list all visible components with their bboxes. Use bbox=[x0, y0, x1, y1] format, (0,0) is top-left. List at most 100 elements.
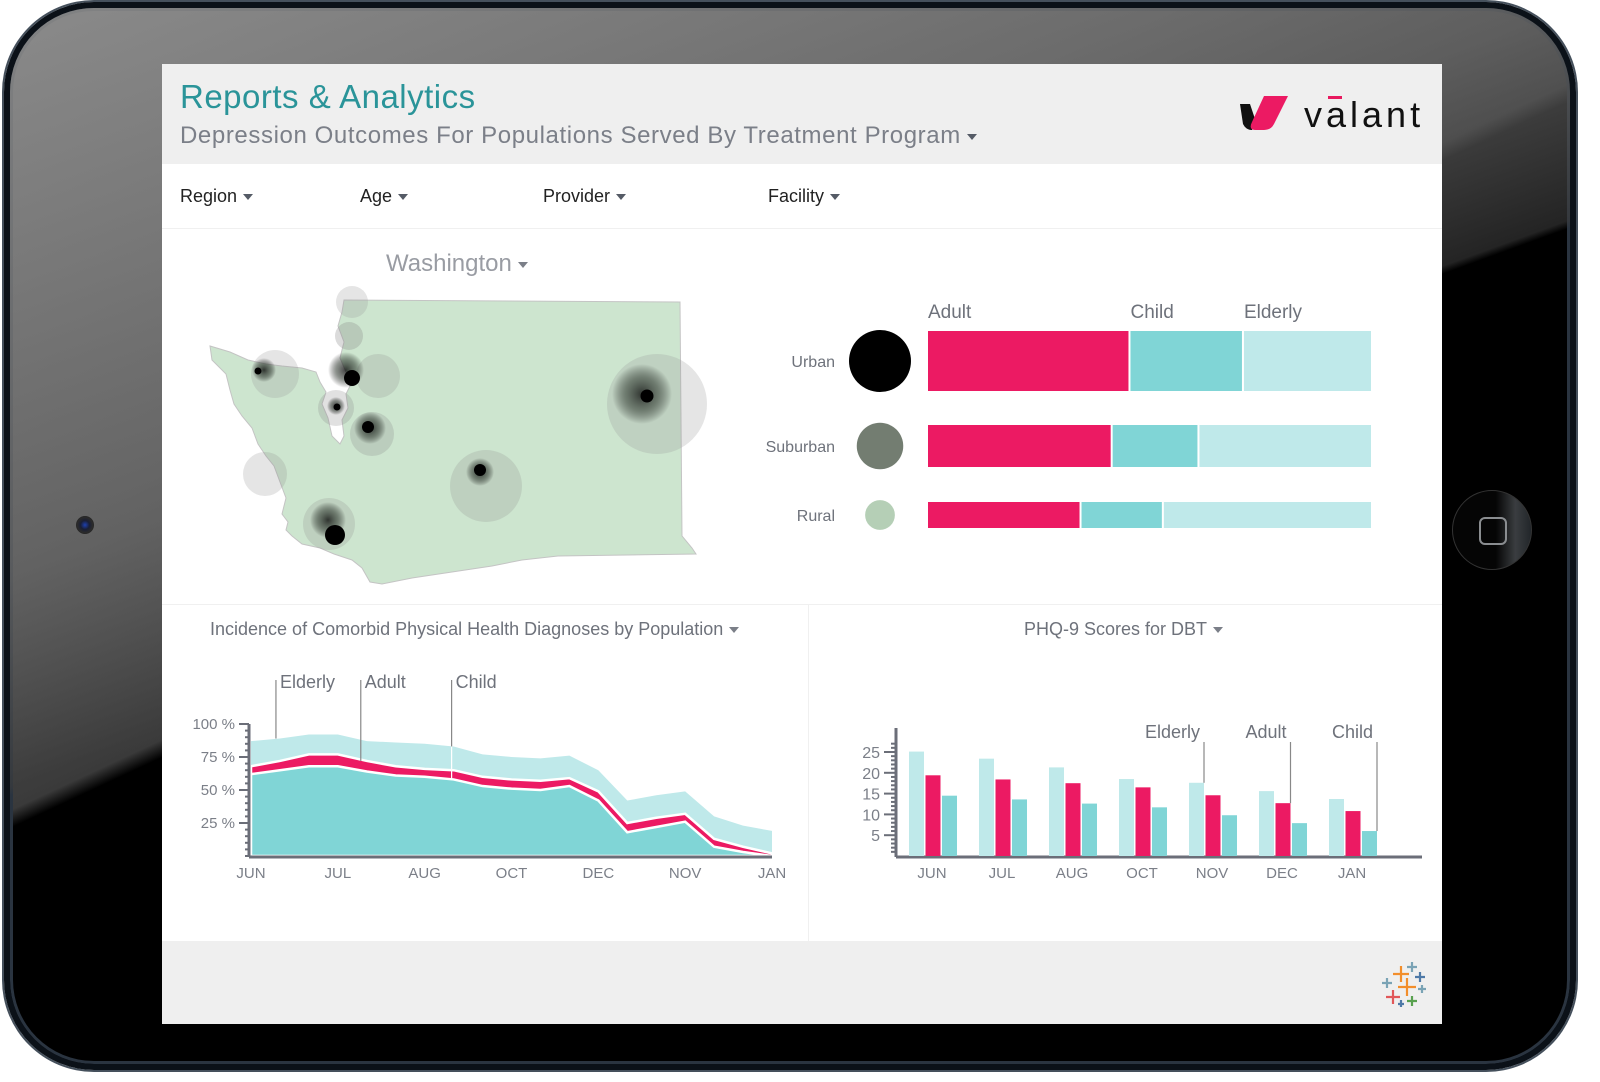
x-tick-label: OCT bbox=[496, 865, 528, 882]
area-chart-selector[interactable]: Incidence of Comorbid Physical Health Di… bbox=[210, 619, 740, 640]
bar-child[interactable] bbox=[1222, 815, 1237, 856]
filter-label: Region bbox=[180, 186, 238, 206]
facility-halo[interactable] bbox=[335, 322, 363, 350]
population-bubble[interactable] bbox=[849, 330, 911, 392]
facility-dot[interactable] bbox=[640, 389, 654, 403]
filter-label: Provider bbox=[543, 186, 611, 206]
bar-segment-elderly[interactable] bbox=[1199, 425, 1371, 467]
x-tick-label: AUG bbox=[1056, 865, 1089, 882]
filter-provider[interactable]: Provider bbox=[543, 186, 627, 207]
x-tick-label: JUL bbox=[989, 865, 1016, 882]
bar-adult[interactable] bbox=[995, 779, 1011, 856]
bar-segment-child[interactable] bbox=[1112, 425, 1198, 467]
bar-chart-selector[interactable]: PHQ-9 Scores for DBT bbox=[1024, 619, 1224, 640]
bar-child[interactable] bbox=[942, 795, 957, 856]
row-label: Rural bbox=[797, 508, 835, 525]
annotation-label: Adult bbox=[1245, 722, 1286, 742]
bar-adult[interactable] bbox=[1345, 811, 1361, 856]
population-stacked-bar-chart: Urban Adult Child Elderly Suburban Rural bbox=[766, 302, 1371, 530]
bar-elderly[interactable] bbox=[979, 758, 994, 856]
divider bbox=[808, 605, 809, 941]
y-tick-label: 25 bbox=[862, 745, 880, 762]
x-tick-label: JUL bbox=[324, 865, 351, 882]
bar-child[interactable] bbox=[1082, 803, 1097, 856]
bar-child[interactable] bbox=[1292, 823, 1307, 856]
valant-check-icon bbox=[1240, 96, 1288, 130]
bar-elderly[interactable] bbox=[1189, 782, 1204, 856]
population-bubble[interactable] bbox=[865, 500, 895, 530]
bar-child[interactable] bbox=[1362, 831, 1377, 856]
bar-adult[interactable] bbox=[1275, 803, 1291, 856]
y-tick-label: 20 bbox=[862, 766, 880, 783]
facility-dot[interactable] bbox=[325, 525, 345, 545]
bar-segment-elderly[interactable] bbox=[1163, 502, 1371, 528]
annotation-label: Elderly bbox=[280, 672, 335, 692]
report-selector[interactable]: Depression Outcomes For Populations Serv… bbox=[180, 122, 977, 150]
header: Reports & Analytics Depression Outcomes … bbox=[162, 64, 1442, 164]
x-tick-label: JUN bbox=[236, 865, 265, 882]
area-chart-title: Incidence of Comorbid Physical Health Di… bbox=[210, 619, 724, 639]
filter-age[interactable]: Age bbox=[360, 186, 409, 207]
bar-elderly[interactable] bbox=[1329, 799, 1344, 856]
bar-chart-title: PHQ-9 Scores for DBT bbox=[1024, 619, 1208, 639]
y-tick-label: 50 % bbox=[201, 782, 235, 799]
caret-down-icon bbox=[966, 133, 977, 140]
caret-down-icon bbox=[243, 194, 254, 201]
state-selector[interactable]: Washington bbox=[386, 250, 528, 278]
washington-map[interactable] bbox=[202, 286, 722, 596]
bar-segment-elderly[interactable] bbox=[1243, 331, 1371, 391]
logo-macron bbox=[1328, 96, 1342, 99]
filter-bar: Region Age Provider Facility bbox=[162, 164, 1442, 229]
population-bubble[interactable] bbox=[856, 422, 904, 470]
y-tick-label: 25 % bbox=[201, 815, 235, 832]
state-label: Washington bbox=[386, 250, 512, 277]
app-title: Reports & Analytics bbox=[180, 78, 476, 115]
camera-icon bbox=[76, 516, 94, 534]
facility-halo[interactable] bbox=[336, 286, 368, 318]
bar-child[interactable] bbox=[1152, 807, 1167, 856]
bar-segment-adult[interactable] bbox=[928, 502, 1080, 528]
bar-segment-adult[interactable] bbox=[928, 425, 1111, 467]
annotation-label: Adult bbox=[365, 672, 406, 692]
filter-label: Age bbox=[360, 186, 393, 206]
annotation-label: Elderly bbox=[1145, 722, 1200, 742]
bar-adult[interactable] bbox=[1135, 787, 1151, 856]
y-tick-label: 100 % bbox=[192, 716, 235, 733]
logo-text: valant bbox=[1304, 94, 1425, 135]
caret-down-icon bbox=[517, 261, 528, 268]
report-title: Depression Outcomes For Populations Serv… bbox=[180, 122, 961, 149]
filter-region[interactable]: Region bbox=[180, 186, 254, 207]
facility-dot[interactable] bbox=[344, 370, 360, 386]
bar-elderly[interactable] bbox=[1049, 767, 1064, 856]
bar-child[interactable] bbox=[1012, 799, 1027, 856]
dashboard-screen: Reports & Analytics Depression Outcomes … bbox=[162, 64, 1442, 1024]
tableau-logo-icon bbox=[1382, 962, 1426, 1007]
facility-dot[interactable] bbox=[474, 464, 486, 476]
caret-down-icon bbox=[830, 194, 841, 201]
x-tick-label: JUN bbox=[917, 865, 946, 882]
home-button[interactable] bbox=[1452, 490, 1532, 570]
facility-dot[interactable] bbox=[362, 421, 374, 433]
bar-elderly[interactable] bbox=[1259, 791, 1274, 856]
filter-facility[interactable]: Facility bbox=[768, 186, 841, 207]
state-shape bbox=[209, 299, 697, 585]
facility-dot[interactable] bbox=[333, 403, 341, 411]
bar-elderly[interactable] bbox=[909, 751, 924, 856]
y-tick-label: 15 bbox=[862, 787, 880, 804]
bar-adult[interactable] bbox=[925, 775, 941, 856]
facility-halo[interactable] bbox=[243, 452, 287, 496]
x-tick-label: AUG bbox=[408, 865, 441, 882]
bar-adult[interactable] bbox=[1065, 783, 1081, 856]
row-label: Urban bbox=[791, 354, 835, 371]
bar-segment-child[interactable] bbox=[1130, 331, 1242, 391]
x-tick-label: DEC bbox=[1266, 865, 1298, 882]
facility-dot[interactable] bbox=[254, 367, 262, 375]
x-tick-label: NOV bbox=[1196, 865, 1229, 882]
home-square-icon bbox=[1479, 517, 1507, 545]
x-tick-label: OCT bbox=[1126, 865, 1158, 882]
legend-label: Adult bbox=[928, 302, 972, 323]
bar-elderly[interactable] bbox=[1119, 779, 1134, 856]
bar-segment-adult[interactable] bbox=[928, 331, 1129, 391]
bar-adult[interactable] bbox=[1205, 795, 1221, 856]
bar-segment-child[interactable] bbox=[1081, 502, 1162, 528]
